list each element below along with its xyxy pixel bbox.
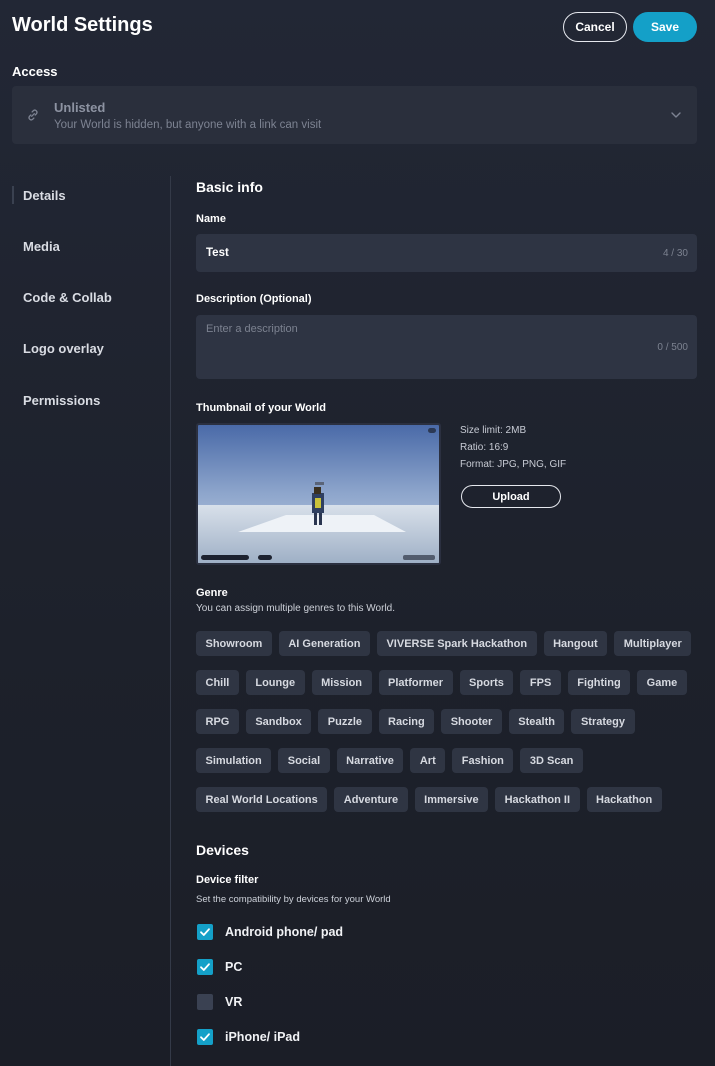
page-title: World Settings bbox=[12, 14, 153, 36]
genre-chip[interactable]: Chill bbox=[196, 670, 239, 695]
genre-chip[interactable]: Lounge bbox=[245, 670, 305, 695]
checkbox-unchecked[interactable] bbox=[197, 994, 213, 1010]
access-selected-title: Unlisted bbox=[54, 100, 106, 115]
nav-item-logo-overlay[interactable]: Logo overlay bbox=[23, 341, 104, 356]
device-option-pc[interactable]: PC bbox=[197, 959, 242, 975]
genre-row: RPG Sandbox Puzzle Racing Shooter Stealt… bbox=[196, 709, 635, 734]
genre-chip[interactable]: Sandbox bbox=[245, 709, 312, 734]
genre-chip[interactable]: Fashion bbox=[452, 748, 514, 773]
genre-chip[interactable]: Immersive bbox=[414, 787, 489, 812]
link-icon bbox=[28, 109, 38, 121]
genre-chip[interactable]: Fighting bbox=[567, 670, 631, 695]
genre-chip[interactable]: Multiplayer bbox=[614, 631, 692, 656]
name-value: Test bbox=[206, 247, 229, 259]
genre-chip[interactable]: Puzzle bbox=[318, 709, 372, 734]
checkbox-checked[interactable] bbox=[197, 959, 213, 975]
genre-chip[interactable]: Sports bbox=[459, 670, 514, 695]
basic-info-title: Basic info bbox=[196, 179, 263, 195]
checkbox-checked[interactable] bbox=[197, 1029, 213, 1045]
check-icon bbox=[200, 963, 210, 971]
genre-chip[interactable]: VIVERSE Spark Hackathon bbox=[376, 631, 537, 656]
genre-chip[interactable]: Strategy bbox=[571, 709, 635, 734]
thumbnail-image bbox=[196, 423, 441, 565]
genre-chip[interactable]: Showroom bbox=[196, 631, 272, 656]
thumbnail-label: Thumbnail of your World bbox=[196, 402, 326, 414]
nav-item-code-collab[interactable]: Code & Collab bbox=[23, 290, 112, 305]
name-input[interactable] bbox=[196, 234, 697, 272]
genre-chip[interactable]: Game bbox=[637, 670, 687, 695]
genre-row: Showroom AI Generation VIVERSE Spark Hac… bbox=[196, 631, 692, 656]
genre-chip[interactable]: Real World Locations bbox=[196, 787, 328, 812]
genre-chip[interactable]: Hackathon II bbox=[495, 787, 580, 812]
genre-chip[interactable]: Narrative bbox=[336, 748, 404, 773]
upload-button[interactable]: Upload bbox=[461, 485, 561, 508]
genre-chip[interactable]: Stealth bbox=[508, 709, 565, 734]
device-option-label: iPhone/ iPad bbox=[225, 1030, 301, 1044]
genre-chip[interactable]: Hackathon bbox=[586, 787, 662, 812]
genre-chip[interactable]: Art bbox=[410, 748, 446, 773]
nav-divider bbox=[170, 176, 171, 1066]
access-selected-description: Your World is hidden, but anyone with a … bbox=[54, 119, 322, 131]
genre-row: Simulation Social Narrative Art Fashion … bbox=[196, 748, 583, 773]
description-counter: 0 / 500 bbox=[657, 342, 688, 353]
cancel-button[interactable]: Cancel bbox=[563, 12, 627, 42]
genre-chip[interactable]: 3D Scan bbox=[520, 748, 583, 773]
device-option-vr[interactable]: VR bbox=[197, 994, 242, 1010]
nav-item-details[interactable]: Details bbox=[23, 188, 66, 203]
genre-chip[interactable]: Racing bbox=[378, 709, 435, 734]
nav-item-permissions[interactable]: Permissions bbox=[23, 393, 100, 408]
device-filter-hint: Set the compatibility by devices for you… bbox=[196, 894, 391, 905]
thumbnail-ratio: Ratio: 16:9 bbox=[460, 442, 509, 453]
device-option-iphone[interactable]: iPhone/ iPad bbox=[197, 1029, 300, 1045]
genre-chip[interactable]: Simulation bbox=[196, 748, 272, 773]
genre-chip[interactable]: Shooter bbox=[441, 709, 502, 734]
nav-active-indicator bbox=[12, 186, 14, 204]
genre-chip[interactable]: Adventure bbox=[334, 787, 408, 812]
genre-hint: You can assign multiple genres to this W… bbox=[196, 603, 395, 614]
access-label: Access bbox=[12, 64, 58, 79]
device-option-label: VR bbox=[225, 995, 243, 1009]
device-option-label: PC bbox=[225, 960, 243, 974]
access-select[interactable] bbox=[12, 86, 697, 144]
genre-chip[interactable]: FPS bbox=[520, 670, 561, 695]
description-label: Description (Optional) bbox=[196, 293, 312, 305]
save-button[interactable]: Save bbox=[633, 12, 697, 42]
genre-chip[interactable]: RPG bbox=[196, 709, 239, 734]
description-placeholder: Enter a description bbox=[206, 323, 298, 335]
genre-label: Genre bbox=[196, 587, 228, 599]
device-option-label: Android phone/ pad bbox=[225, 925, 344, 939]
genre-chip[interactable]: Platformer bbox=[378, 670, 453, 695]
thumbnail-format: Format: JPG, PNG, GIF bbox=[460, 459, 567, 470]
device-filter-label: Device filter bbox=[196, 874, 259, 886]
device-option-android[interactable]: Android phone/ pad bbox=[197, 924, 343, 940]
checkbox-checked[interactable] bbox=[197, 924, 213, 940]
thumbnail-size-limit: Size limit: 2MB bbox=[460, 425, 527, 436]
name-counter: 4 / 30 bbox=[662, 248, 688, 259]
check-icon bbox=[200, 928, 210, 936]
genre-chip[interactable]: Mission bbox=[311, 670, 372, 695]
genre-row: Chill Lounge Mission Platformer Sports F… bbox=[196, 670, 687, 695]
chevron-down-icon[interactable] bbox=[669, 108, 683, 122]
genre-row: Real World Locations Adventure Immersive… bbox=[196, 787, 662, 812]
genre-chip[interactable]: Hangout bbox=[543, 631, 608, 656]
genre-chip[interactable]: AI Generation bbox=[278, 631, 370, 656]
devices-title: Devices bbox=[196, 842, 249, 858]
genre-chip[interactable]: Social bbox=[278, 748, 330, 773]
name-label: Name bbox=[196, 213, 226, 225]
nav-item-media[interactable]: Media bbox=[23, 239, 60, 254]
check-icon bbox=[200, 1033, 210, 1041]
